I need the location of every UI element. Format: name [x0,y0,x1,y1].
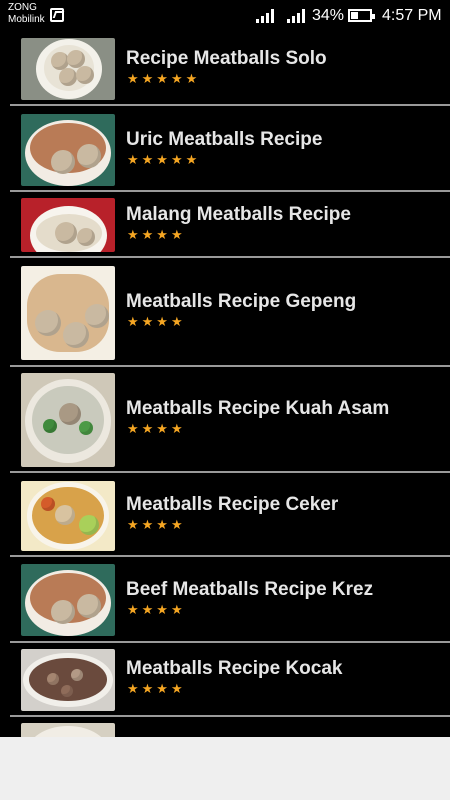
rating-stars: ★★★★ [127,681,186,696]
recipe-list[interactable]: Recipe Meatballs Solo ★★★★★ Uric Meatbal… [0,34,450,737]
recipe-title: Malang Meatballs Recipe [126,204,351,225]
recipe-row-partial[interactable] [10,717,450,737]
recipe-row[interactable]: Beef Meatballs Recipe Krez ★★★★ [10,557,450,643]
recipe-thumbnail [21,198,115,252]
rating-stars: ★★★★ [127,421,186,436]
signal-strength-icon-2 [287,9,307,23]
clock: 4:57 PM [382,7,442,24]
recipe-thumbnail [21,649,115,711]
recipe-thumbnail [21,114,115,186]
signal-strength-icon [256,9,276,23]
recipe-title: Meatballs Recipe Ceker [126,494,339,515]
status-bar: ZONG Mobilink 34% 4:57 PM [0,0,450,34]
carrier-line-2: Mobilink [8,14,45,25]
recipe-title: Beef Meatballs Recipe Krez [126,579,374,600]
carrier-line-1: ZONG [8,2,37,13]
recipe-thumbnail [21,723,115,737]
recipe-row[interactable]: Meatballs Recipe Kuah Asam ★★★★ [10,367,450,473]
rating-stars: ★★★★★ [127,152,201,167]
bottom-panel [0,737,450,800]
recipe-thumbnail [21,481,115,551]
recipe-thumbnail [21,38,115,100]
recipe-title: Meatballs Recipe Kocak [126,658,343,679]
recipe-row[interactable]: Meatballs Recipe Ceker ★★★★ [10,473,450,557]
battery-icon [348,9,375,22]
rating-stars: ★★★★ [127,314,186,329]
recipe-title: Meatballs Recipe Gepeng [126,291,357,312]
recipe-thumbnail [21,564,115,636]
recipe-thumbnail [21,266,115,360]
rating-stars: ★★★★★ [127,71,201,86]
battery-percent: 34% [312,7,345,24]
recipe-row[interactable]: Meatballs Recipe Gepeng ★★★★ [10,258,450,367]
recipe-row[interactable]: Recipe Meatballs Solo ★★★★★ [10,34,450,106]
recipe-title: Recipe Meatballs Solo [126,48,327,69]
carrier-label: ZONG Mobilink [8,2,45,26]
rating-stars: ★★★★ [127,227,186,242]
recipe-row[interactable]: Uric Meatballs Recipe ★★★★★ [10,106,450,192]
rating-stars: ★★★★ [127,602,186,617]
recipe-title: Uric Meatballs Recipe [126,129,323,150]
recipe-thumbnail [21,373,115,467]
recipe-row[interactable]: Meatballs Recipe Kocak ★★★★ [10,643,450,717]
rating-stars: ★★★★ [127,517,186,532]
recipe-row[interactable]: Malang Meatballs Recipe ★★★★ [10,192,450,258]
recipe-title: Meatballs Recipe Kuah Asam [126,398,390,419]
image-notification-icon [50,8,64,22]
